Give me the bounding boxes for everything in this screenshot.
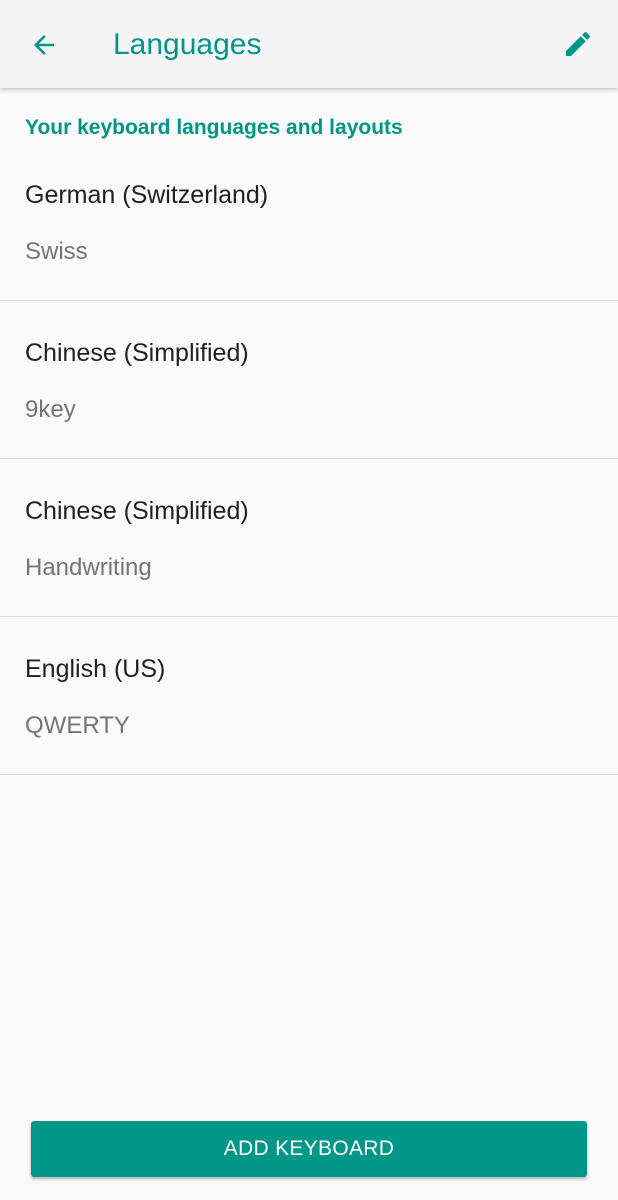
language-item[interactable]: Chinese (Simplified) 9key — [0, 301, 618, 459]
language-item[interactable]: Chinese (Simplified) Handwriting — [0, 459, 618, 617]
section-header: Your keyboard languages and layouts — [25, 116, 403, 139]
add-keyboard-button[interactable]: ADD KEYBOARD — [31, 1121, 587, 1177]
language-layout: 9key — [25, 396, 76, 423]
back-button[interactable] — [14, 15, 74, 75]
language-layout: Handwriting — [25, 554, 152, 581]
pencil-icon — [566, 31, 591, 56]
edit-button[interactable] — [548, 14, 608, 74]
language-layout: Swiss — [25, 238, 88, 265]
language-name: Chinese (Simplified) — [25, 339, 249, 367]
language-item[interactable]: English (US) QWERTY — [0, 617, 618, 775]
language-name: Chinese (Simplified) — [25, 497, 249, 525]
language-layout: QWERTY — [25, 712, 130, 739]
language-item[interactable]: German (Switzerland) Swiss — [0, 143, 618, 301]
language-name: English (US) — [25, 655, 166, 683]
arrow-left-icon — [34, 35, 54, 55]
language-name: German (Switzerland) — [25, 181, 269, 209]
app-bar: Languages — [0, 0, 618, 88]
page-title: Languages — [113, 28, 262, 61]
language-list: German (Switzerland) Swiss Chinese (Simp… — [0, 143, 618, 775]
